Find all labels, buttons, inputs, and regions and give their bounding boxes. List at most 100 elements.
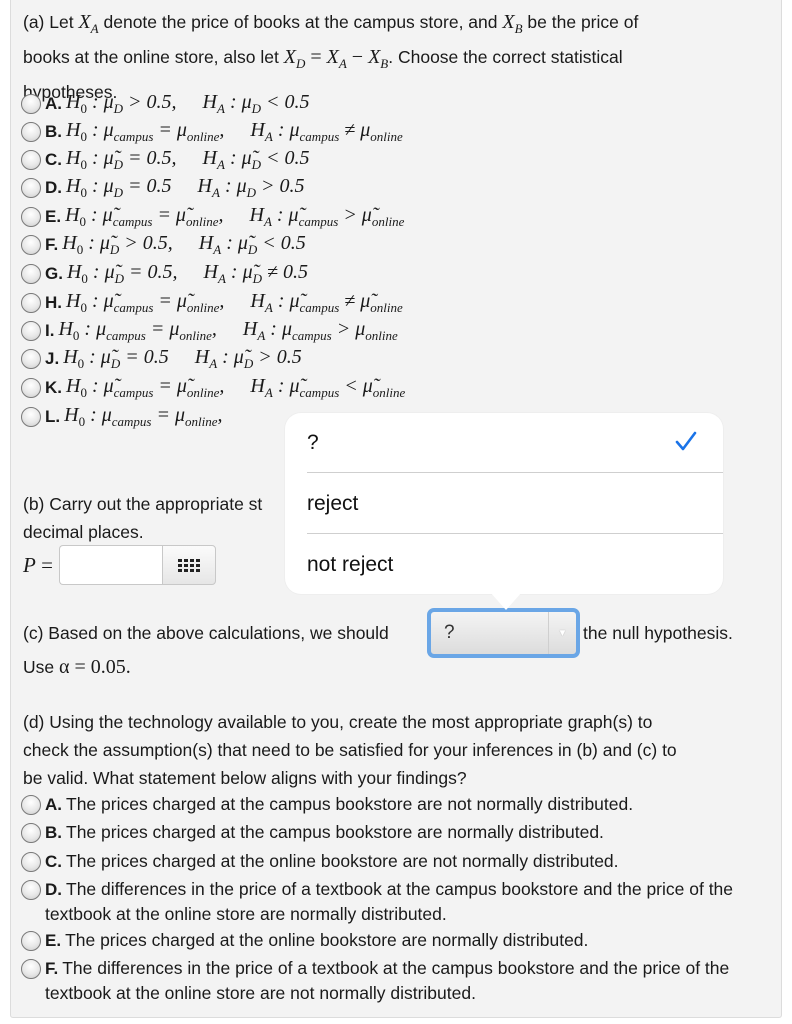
dropdown-popover: ? reject not reject (285, 413, 723, 594)
option-letter: C. (45, 150, 62, 169)
option-text: The prices charged at the online booksto… (66, 851, 619, 871)
option-letter: J. (45, 349, 60, 368)
alt-hypothesis: HA : μ̃D < 0.5 (202, 147, 310, 172)
option-letter: B. (45, 823, 62, 842)
radio-button[interactable] (21, 407, 41, 427)
hypothesis-option[interactable]: G. H0 : μ̃D = 0.5, HA : μ̃D ≠ 0.5 (21, 260, 308, 288)
radio-button[interactable] (21, 122, 41, 142)
alt-hypothesis: HA : μcampus > μonline (242, 318, 398, 343)
normality-option[interactable]: F. The differences in the price of a text… (21, 956, 771, 1006)
radio-button[interactable] (21, 959, 41, 979)
dropdown-option-reject[interactable]: reject (307, 474, 723, 534)
option-letter: B. (45, 122, 62, 141)
hypothesis-option[interactable]: I. H0 : μcampus = μonline, HA : μcampus > … (21, 317, 398, 345)
null-hypothesis: H0 : μ̃D = 0.5, (66, 261, 178, 286)
checkmark-icon (675, 431, 697, 451)
hypothesis-option[interactable]: B. H0 : μcampus = μonline, HA : μcampus ≠ … (21, 118, 403, 146)
radio-button[interactable] (21, 378, 41, 398)
option-letter: F. (45, 959, 59, 978)
part-d-line: be valid. What statement below aligns wi… (23, 768, 467, 788)
alt-hypothesis: HA : μ̃D ≠ 0.5 (203, 261, 308, 286)
radio-button[interactable] (21, 823, 41, 843)
hypothesis-option[interactable]: H. H0 : μ̃campus = μ̃online, HA : μ̃campus… (21, 289, 403, 317)
radio-button[interactable] (21, 795, 41, 815)
option-letter: E. (45, 207, 62, 226)
dropdown-option-not-reject[interactable]: not reject (307, 535, 723, 595)
keypad-grid-icon (177, 558, 200, 572)
part-c-text-before: (c) Based on the above calculations, we … (23, 623, 389, 643)
radio-button[interactable] (21, 852, 41, 872)
radio-button[interactable] (21, 931, 41, 951)
intro-text: denote the price of books at the campus … (103, 12, 498, 32)
radio-button[interactable] (21, 235, 41, 255)
null-hypothesis: H0 : μ̃D = 0.5 (63, 346, 169, 371)
option-letter: H. (45, 293, 62, 312)
normality-option[interactable]: B. The prices charged at the campus books… (21, 820, 771, 845)
radio-button[interactable] (21, 264, 41, 284)
difference-equation: XD = XA − XB (283, 46, 389, 71)
option-letter: G. (45, 264, 63, 283)
hypothesis-option[interactable]: K. H0 : μ̃campus = μ̃online, HA : μ̃campus… (21, 374, 405, 402)
p-value-input[interactable] (58, 545, 162, 585)
hypothesis-option[interactable]: J. H0 : μ̃D = 0.5 HA : μ̃D > 0.5 (21, 345, 302, 373)
hypothesis-option[interactable]: C. H0 : μ̃D = 0.5, HA : μ̃D < 0.5 (21, 146, 310, 174)
var-xb: XB (502, 11, 523, 36)
normality-option[interactable]: E. The prices charged at the online books… (21, 928, 771, 953)
option-letter: A. (45, 795, 62, 814)
select-value: ? (444, 622, 455, 643)
radio-button[interactable] (21, 94, 41, 114)
null-hypothesis: H0 : μ̃campus = μ̃online, (66, 375, 225, 400)
alt-hypothesis: HA : μ̃D < 0.5 (198, 232, 306, 257)
p-value-row: P = (23, 545, 216, 585)
null-hypothesis: H0 : μcampus = μonline, (64, 404, 223, 429)
radio-button[interactable] (21, 321, 41, 341)
null-hypothesis: H0 : μcampus = μonline, (66, 119, 225, 144)
part-b-line1: (b) Carry out the appropriate st (23, 494, 263, 514)
dropdown-option-unset[interactable]: ? (307, 413, 723, 473)
alt-hypothesis: HA : μD > 0.5 (197, 175, 305, 200)
option-text: The prices charged at the online booksto… (65, 930, 589, 950)
part-b-line2: decimal places. (23, 522, 144, 542)
reject-select[interactable]: ? ▼ (427, 608, 580, 658)
alt-hypothesis: HA : μD < 0.5 (202, 91, 310, 116)
part-c-text-after: the null hypothesis. (583, 623, 733, 643)
radio-button[interactable] (21, 178, 41, 198)
null-hypothesis: H0 : μD > 0.5, (66, 91, 177, 116)
hypothesis-option[interactable]: D. H0 : μD = 0.5 HA : μD > 0.5 (21, 174, 305, 202)
alt-hypothesis: HA : μ̃campus > μ̃online (249, 204, 405, 229)
normality-option[interactable]: D. The differences in the price of a text… (21, 877, 771, 927)
hypothesis-option[interactable]: L. H0 : μcampus = μonline, (21, 403, 223, 431)
hypothesis-option[interactable]: A. H0 : μD > 0.5, HA : μD < 0.5 (21, 90, 310, 118)
intro-text: be the price of (527, 12, 639, 32)
alt-hypothesis: HA : μcampus ≠ μonline (250, 119, 403, 144)
alpha-value: α = 0.05. (59, 656, 131, 678)
var-xa: XA (78, 11, 99, 36)
radio-button[interactable] (21, 880, 41, 900)
radio-button[interactable] (21, 207, 41, 227)
option-letter: D. (45, 880, 62, 899)
part-d-intro: (d) Using the technology available to yo… (23, 708, 763, 792)
keypad-button[interactable] (161, 545, 216, 585)
option-text: The prices charged at the campus booksto… (66, 822, 604, 842)
option-letter: D. (45, 178, 62, 197)
option-letter: A. (45, 94, 62, 113)
intro-text: . Choose the correct statistical (388, 47, 623, 67)
null-hypothesis: H0 : μcampus = μonline, (58, 318, 217, 343)
p-label: P = (23, 552, 53, 577)
hypothesis-option[interactable]: F. H0 : μ̃D > 0.5, HA : μ̃D < 0.5 (21, 231, 306, 259)
hypothesis-option[interactable]: E. H0 : μ̃campus = μ̃online, HA : μ̃campus… (21, 203, 404, 231)
radio-button[interactable] (21, 293, 41, 313)
null-hypothesis: H0 : μ̃D = 0.5, (66, 147, 177, 172)
alt-hypothesis: HA : μ̃campus ≠ μ̃online (250, 290, 403, 315)
radio-button[interactable] (21, 150, 41, 170)
radio-button[interactable] (21, 349, 41, 369)
null-hypothesis: H0 : μD = 0.5 (66, 175, 172, 200)
option-letter: K. (45, 378, 62, 397)
chevron-down-icon: ▼ (548, 612, 576, 654)
intro-text: (a) Let (23, 12, 74, 32)
normality-option[interactable]: A. The prices charged at the campus books… (21, 792, 771, 817)
option-letter: C. (45, 852, 62, 871)
option-letter: F. (45, 235, 59, 254)
option-letter: E. (45, 931, 62, 950)
normality-option[interactable]: C. The prices charged at the online books… (21, 849, 771, 874)
